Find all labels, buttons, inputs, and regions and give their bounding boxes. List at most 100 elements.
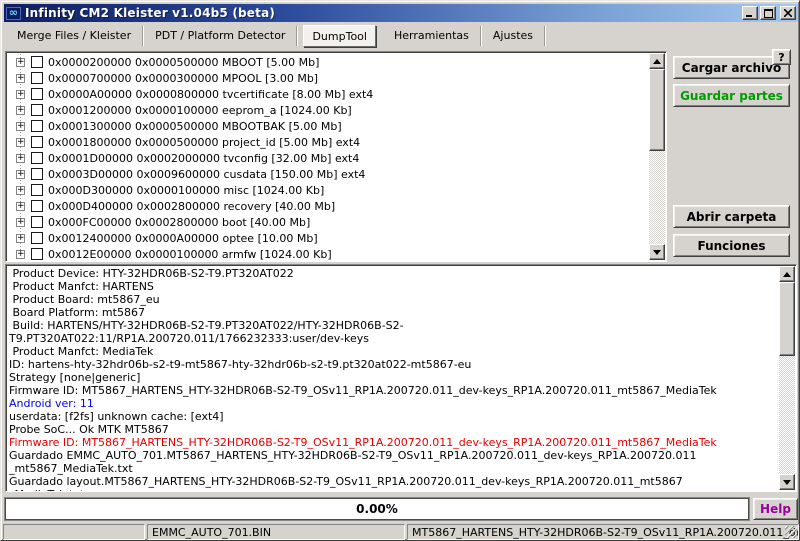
partition-label: 0x0001800000 0x0000500000 project_id [5.…	[48, 136, 360, 149]
partition-checkbox[interactable]	[31, 104, 43, 116]
log-panel[interactable]: Product Device: HTY-32HDR06B-S2-T9.PT320…	[5, 264, 797, 492]
expand-plus-icon[interactable]: +	[16, 218, 25, 227]
partition-checkbox[interactable]	[31, 136, 43, 148]
expand-plus-icon[interactable]: +	[16, 106, 25, 115]
resize-grip-icon[interactable]	[785, 526, 797, 538]
partition-checkbox[interactable]	[31, 88, 43, 100]
help-button[interactable]: Help	[753, 498, 798, 520]
partition-checkbox[interactable]	[31, 168, 43, 180]
scroll-up-button[interactable]	[779, 266, 795, 282]
log-scroll-thumb[interactable]	[779, 282, 795, 356]
partition-label: 0x0000700000 0x0000300000 MPOOL [3.00 Mb…	[48, 72, 318, 85]
status-segment-firmware: MT5867_HARTENS_HTY-32HDR06B-S2-T9_OSv11_…	[407, 524, 799, 540]
expand-plus-icon[interactable]: +	[16, 202, 25, 211]
expand-plus-icon[interactable]: +	[16, 234, 25, 243]
status-firmware-text: MT5867_HARTENS_HTY-32HDR06B-S2-T9_OSv11_…	[412, 526, 799, 539]
close-button[interactable]	[780, 6, 796, 20]
log-text: Product Device: HTY-32HDR06B-S2-T9.PT320…	[9, 267, 777, 491]
log-line: T9.PT320AT022:11/RP1A.200720.011/1766232…	[9, 332, 777, 345]
log-line: Product Manfct: HARTENS	[9, 280, 777, 293]
save-parts-button[interactable]: Guardar partes	[673, 84, 790, 107]
arrow-up-icon	[653, 59, 661, 64]
log-line: Build: HARTENS/HTY-32HDR06B-S2-T9.PT320A…	[9, 319, 777, 332]
tab-bar: Merge Files / KleisterPDT / Platform Det…	[5, 25, 545, 47]
arrow-down-icon	[653, 250, 661, 255]
partition-label: 0x0012400000 0x0000A00000 optee [10.00 M…	[48, 232, 318, 245]
partition-tree[interactable]: +0x0000200000 0x0000500000 MBOOT [5.00 M…	[5, 51, 667, 262]
partition-label: 0x0001200000 0x0000100000 eeprom_a [1024…	[48, 104, 352, 117]
progress-bar: 0.00%	[5, 498, 749, 520]
log-line: Product Device: HTY-32HDR06B-S2-T9.PT320…	[9, 267, 777, 280]
expand-plus-icon[interactable]: +	[16, 90, 25, 99]
tab-herramientas[interactable]: Herramientas	[382, 25, 481, 47]
log-line: userdata: [f2fs] unknown cache: [ext4]	[9, 410, 777, 423]
tab-ajustes[interactable]: Ajustes	[481, 25, 545, 47]
tree-row[interactable]: +0x000D300000 0x0000100000 misc [1024.00…	[7, 182, 648, 198]
tree-row[interactable]: +0x0003D00000 0x0009600000 cusdata [150.…	[7, 166, 648, 182]
partition-label: 0x0003D00000 0x0009600000 cusdata [150.0…	[48, 168, 365, 181]
tree-scrollbar[interactable]	[649, 53, 665, 260]
partition-checkbox[interactable]	[31, 232, 43, 244]
expand-plus-icon[interactable]: +	[16, 186, 25, 195]
partition-checkbox[interactable]	[31, 248, 43, 260]
log-line: Product Board: mt5867_eu	[9, 293, 777, 306]
partition-checkbox[interactable]	[31, 200, 43, 212]
tab-dumptool[interactable]: DumpTool	[303, 25, 376, 47]
tree-row[interactable]: +0x0000700000 0x0000300000 MPOOL [3.00 M…	[7, 70, 648, 86]
partition-checkbox[interactable]	[31, 152, 43, 164]
log-line: Android ver: 11	[9, 397, 777, 410]
tab-merge-files-kleister[interactable]: Merge Files / Kleister	[5, 25, 143, 47]
tree-row[interactable]: +0x0012E00000 0x0000100000 armfw [1024.0…	[7, 246, 648, 260]
expand-plus-icon[interactable]: +	[16, 122, 25, 131]
log-line: Firmware ID: MT5867_HARTENS_HTY-32HDR06B…	[9, 384, 777, 397]
arrow-up-icon	[783, 272, 791, 277]
tree-row[interactable]: +0x0012400000 0x0000A00000 optee [10.00 …	[7, 230, 648, 246]
log-scrollbar[interactable]	[779, 266, 795, 490]
log-line: Firmware ID: MT5867_HARTENS_HTY-32HDR06B…	[9, 436, 777, 449]
window-title: Infinity CM2 Kleister v1.04b5 (beta)	[25, 6, 275, 20]
expand-plus-icon[interactable]: +	[16, 154, 25, 163]
expand-plus-icon[interactable]: +	[16, 74, 25, 83]
log-line: _mt5867_MediaTek.txt	[9, 462, 777, 475]
infinity-logo-icon: ∞	[6, 7, 21, 20]
status-segment-empty	[3, 524, 145, 540]
log-line: Strategy [none|generic]	[9, 371, 777, 384]
tab-pdt-platform-detector[interactable]: PDT / Platform Detector	[143, 25, 297, 47]
partition-checkbox[interactable]	[31, 184, 43, 196]
partition-checkbox[interactable]	[31, 216, 43, 228]
expand-plus-icon[interactable]: +	[16, 250, 25, 259]
scroll-up-button[interactable]	[649, 53, 665, 69]
minimize-button[interactable]	[742, 6, 758, 20]
scroll-down-button[interactable]	[779, 474, 795, 490]
tree-row[interactable]: +0x0001300000 0x0000500000 MBOOTBAK [5.0…	[7, 118, 648, 134]
scroll-down-button[interactable]	[649, 244, 665, 260]
tree-row[interactable]: +0x0000200000 0x0000500000 MBOOT [5.00 M…	[7, 54, 648, 70]
progress-value: 0.00%	[356, 502, 398, 516]
help-mark-button[interactable]: ?	[772, 49, 791, 65]
expand-plus-icon[interactable]: +	[16, 170, 25, 179]
tree-row[interactable]: +0x000D400000 0x0002800000 recovery [40.…	[7, 198, 648, 214]
status-bar: EMMC_AUTO_701.BIN MT5867_HARTENS_HTY-32H…	[3, 524, 799, 540]
functions-button[interactable]: Funciones	[673, 234, 790, 257]
tree-row[interactable]: +0x000FC00000 0x0002800000 boot [40.00 M…	[7, 214, 648, 230]
tree-scroll-thumb[interactable]	[649, 69, 665, 151]
partition-label: 0x0001D00000 0x0002000000 tvconfig [32.0…	[48, 152, 359, 165]
expand-plus-icon[interactable]: +	[16, 138, 25, 147]
tree-row[interactable]: +0x0001800000 0x0000500000 project_id [5…	[7, 134, 648, 150]
partition-checkbox[interactable]	[31, 72, 43, 84]
tree-row[interactable]: +0x0001200000 0x0000100000 eeprom_a [102…	[7, 102, 648, 118]
log-line: Guardado EMMC_AUTO_701.MT5867_HARTENS_HT…	[9, 449, 777, 462]
partition-label: 0x0000A00000 0x0000800000 tvcertificate …	[48, 88, 373, 101]
open-folder-button[interactable]: Abrir carpeta	[673, 205, 790, 228]
expand-plus-icon[interactable]: +	[16, 58, 25, 67]
partition-checkbox[interactable]	[31, 56, 43, 68]
log-line: _MediaTek.txt...	[9, 488, 777, 491]
tree-row[interactable]: +0x0000A00000 0x0000800000 tvcertificate…	[7, 86, 648, 102]
partition-label: 0x000D400000 0x0002800000 recovery [40.0…	[48, 200, 335, 213]
partition-checkbox[interactable]	[31, 120, 43, 132]
log-line: Board Platform: mt5867	[9, 306, 777, 319]
maximize-button[interactable]	[760, 6, 776, 20]
title-bar[interactable]: ∞ Infinity CM2 Kleister v1.04b5 (beta)	[4, 4, 798, 22]
tree-row[interactable]: +0x0001D00000 0x0002000000 tvconfig [32.…	[7, 150, 648, 166]
status-segment-file: EMMC_AUTO_701.BIN	[147, 524, 405, 540]
